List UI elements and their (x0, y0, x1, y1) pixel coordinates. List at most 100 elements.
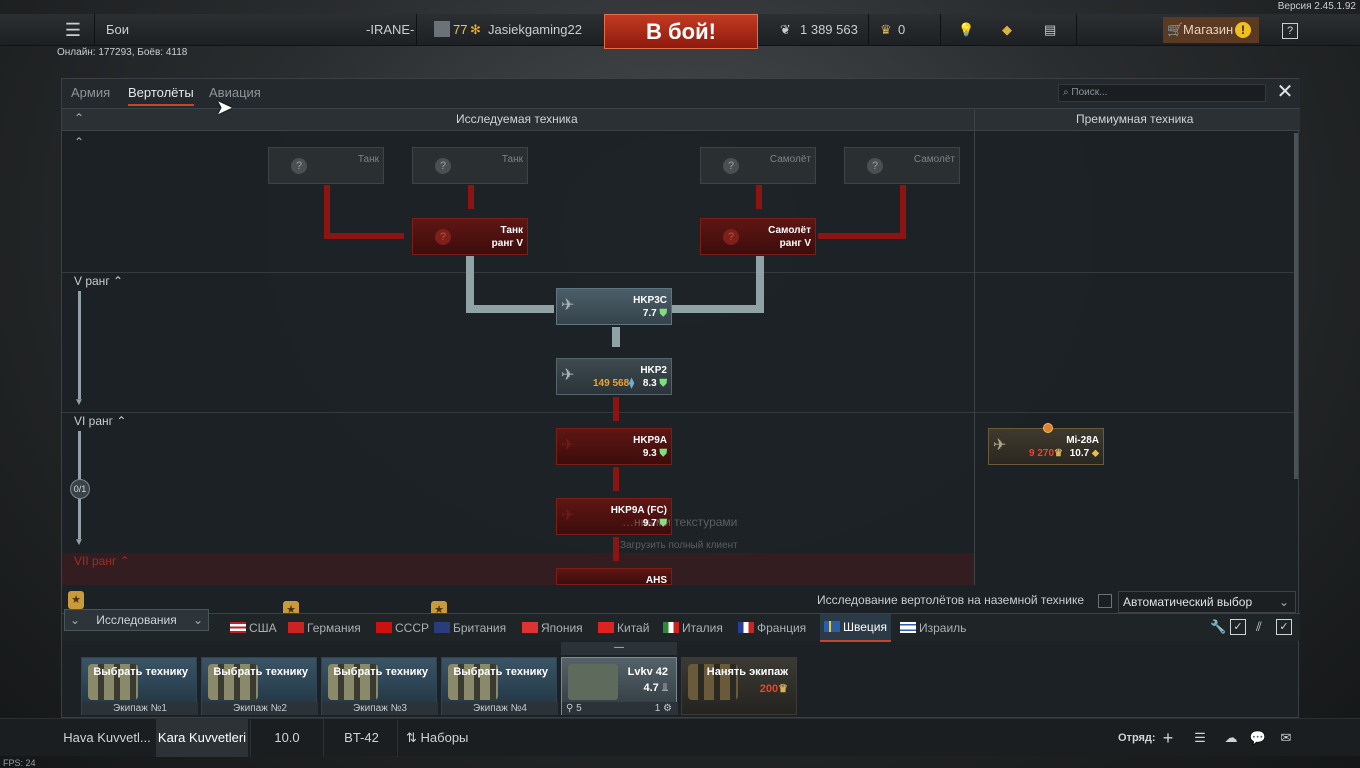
research-window: Армия Вертолёты Авиация ⌕ Поиск... ✕ ⌃ И… (61, 78, 1300, 718)
country-israel[interactable]: Израиль (900, 621, 966, 635)
rank-v-label[interactable]: V ранг ⌃ (74, 274, 123, 288)
requirement-plane-card[interactable]: ? Самолёт ранг V (700, 218, 816, 255)
cart-icon: 🛒 (1167, 22, 1184, 37)
country-germany[interactable]: Германия (288, 621, 361, 635)
country-bar: США Германия СССР Британия Япония Китай … (62, 613, 1300, 642)
rank-vii-label[interactable]: VII ранг ⌃ (74, 554, 130, 568)
squadron-tag[interactable]: -IRANE- (366, 14, 414, 46)
vehicle-slot-header: — (561, 642, 677, 655)
rank-vi-label[interactable]: VI ранг ⌃ (74, 414, 126, 428)
wrench-icon[interactable]: 🔧 (1210, 619, 1226, 635)
add-squad-icon[interactable]: + (1158, 719, 1178, 757)
collapse-all-icon[interactable]: ⌃ (74, 111, 84, 125)
username[interactable]: Jasiekgaming22 (488, 14, 582, 46)
crew-slot-lvkv42[interactable]: Lvkv 42 4.7 ⫫ ⚲ 51 ⚙ (561, 657, 678, 715)
mail-icon[interactable]: ✉ (1276, 719, 1296, 757)
vehicle-card-ahs[interactable]: AHS (556, 568, 672, 585)
shop-button[interactable]: 🛒 Магазин ! (1163, 17, 1259, 43)
online-stats: Онлайн: 177293, Боёв: 4118 (57, 47, 188, 58)
requirement-tank-card[interactable]: ? Танк ранг V (412, 218, 528, 255)
avatar[interactable] (434, 14, 450, 46)
country-britain[interactable]: Британия (434, 621, 506, 635)
br-shield-icon: ⛊ (659, 378, 668, 389)
friends-icon[interactable]: ☁ (1220, 719, 1242, 757)
country-france[interactable]: Франция (738, 621, 806, 635)
list-icon[interactable]: ☰ (1190, 719, 1210, 757)
low-texture-notice: …нными текстурами (622, 515, 738, 529)
branch-tabs: Армия Вертолёты Авиация ⌕ Поиск... ✕ (62, 79, 1300, 109)
vehicle-card-hkp9a[interactable]: ✈ HKP9A 9.3 ⛊ (556, 428, 672, 465)
br-shield-icon: ⛊ (659, 448, 668, 459)
country-china[interactable]: Китай (598, 621, 649, 635)
top-bar: ☰ Бои -IRANE- 77 ✻ Jasiekgaming22 В бой!… (0, 14, 1360, 49)
preset-tab-2[interactable]: Kara Kuvvetleri (156, 719, 248, 757)
alert-icon: ! (1235, 22, 1251, 38)
locked-tank-card[interactable]: ? Танк (412, 147, 528, 184)
rank-badge-icon: ★ (68, 591, 84, 609)
auto-select-dropdown[interactable]: Автоматический выбор ⌄ (1118, 591, 1296, 613)
helicopter-icon: ✈ (993, 437, 1007, 454)
lightbulb-icon[interactable]: 💡 (958, 14, 974, 46)
country-usa[interactable]: США (230, 621, 277, 635)
rank-progress: 0/1 (70, 479, 90, 499)
helicopter-icon: ✈ (561, 437, 575, 454)
help-button[interactable]: ? (1282, 14, 1298, 46)
premium-vehicle-card-mi28a[interactable]: ✈ Mi-28A 9 270♛ 10.7 ⬥ (988, 423, 1104, 465)
check-all-icon[interactable]: ✓ (1276, 619, 1292, 635)
ground-research-option: Исследование вертолётов на наземной техн… (817, 593, 1085, 607)
vehicle-card-hkp3c[interactable]: ✈ HKP3C 7.7 ⛊ (556, 288, 672, 325)
bt42-preset[interactable]: BT-42 (326, 719, 398, 757)
tab-army[interactable]: Армия (71, 85, 110, 100)
researched-section-title: Исследуемая техника (456, 112, 578, 126)
chat-icon[interactable]: 💬 (1248, 719, 1268, 757)
crew-slot-3[interactable]: Выбрать технику Экипаж №3 (321, 657, 438, 715)
country-sweden[interactable]: Швеция (820, 614, 891, 642)
research-tab[interactable]: ⌄ Исследования ⌄ (64, 609, 209, 631)
country-ussr[interactable]: СССР (376, 621, 429, 635)
version-label: Версия 2.45.1.92 (1277, 1, 1356, 12)
premium-icon: ⬥ (1092, 448, 1099, 459)
gold-balance: 0 (898, 22, 906, 37)
crew-level-icon: ⫫ (661, 682, 668, 694)
crew-slot-2[interactable]: Выбрать технику Экипаж №2 (201, 657, 318, 715)
presets-button[interactable]: ⇅ Наборы (406, 719, 468, 757)
crew-slot-4[interactable]: Выбрать технику Экипаж №4 (441, 657, 558, 715)
crew-icon: ⚲ (566, 703, 574, 714)
gold-eagle-icon: ♛ (1054, 448, 1063, 459)
golden-eagles-icon: ♛ (880, 22, 892, 37)
locked-plane-card[interactable]: ? Самолёт (844, 147, 960, 184)
mouse-cursor-icon: ➤ (216, 97, 233, 119)
close-icon[interactable]: ✕ (1274, 82, 1296, 104)
collapse-up-icon[interactable]: ⌃ (74, 135, 84, 149)
battle-rating[interactable]: 10.0 (250, 719, 324, 757)
scrollbar[interactable] (1294, 133, 1298, 479)
tank-icon (568, 664, 618, 700)
section-header: ⌃ Исследуемая техника Премиумная техника (62, 109, 1300, 131)
chevron-down-icon: ⌄ (192, 613, 203, 627)
helicopter-icon: ✈ (561, 297, 575, 314)
country-japan[interactable]: Япония (522, 621, 583, 635)
ticket-icon[interactable]: ▤ (1044, 14, 1056, 46)
vehicle-card-hkp2[interactable]: ✈ HKP2 149 568⧫ 8.3 ⛊ (556, 358, 672, 395)
rank-star-icon: ✻ (470, 22, 481, 37)
check-icon[interactable]: ✓ (1230, 619, 1246, 635)
tab-helicopters[interactable]: Вертолёты (128, 85, 194, 106)
research-points-icon: ⧫ (629, 378, 635, 389)
locked-tank-card[interactable]: ? Танк (268, 147, 384, 184)
crew-slot-1[interactable]: Выбрать технику Экипаж №1 (81, 657, 198, 715)
download-full-client-link[interactable]: Загрузить полный клиент (620, 540, 738, 551)
game-mode[interactable]: Бои (106, 14, 129, 46)
silver-lions-icon: ❦ (780, 22, 791, 37)
country-italy[interactable]: Италия (663, 621, 723, 635)
badge-icon[interactable]: ◆ (1002, 14, 1012, 46)
locked-plane-card[interactable]: ? Самолёт (700, 147, 816, 184)
repair-all-icon[interactable]: ⫽ (1256, 619, 1262, 635)
menu-icon[interactable]: ☰ (62, 14, 84, 46)
search-input[interactable]: ⌕ Поиск... (1058, 84, 1266, 102)
br-shield-icon: ⛊ (659, 308, 668, 319)
ground-research-checkbox[interactable] (1098, 594, 1112, 608)
hire-crew-button[interactable]: Нанять экипаж 200♛ (681, 657, 797, 715)
gear-icon: ⚙ (663, 703, 672, 714)
to-battle-button[interactable]: В бой! (604, 14, 758, 49)
preset-tab-1[interactable]: Hava Kuvvetl... (60, 719, 154, 757)
